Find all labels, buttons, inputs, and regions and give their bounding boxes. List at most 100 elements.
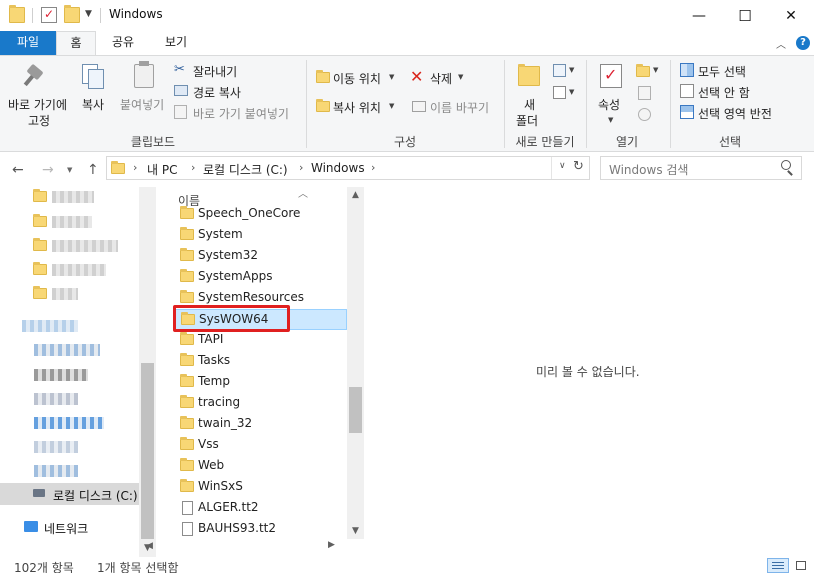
rename-button[interactable]: 이름 바꾸기 (410, 98, 500, 116)
status-bar: 102개 항목 1개 항목 선택함 (0, 557, 814, 573)
history-icon[interactable] (638, 108, 651, 121)
file-row[interactable]: BAUHS93.tt2 (174, 519, 347, 540)
delete-button[interactable]: ✕ 삭제 ▼ (410, 68, 470, 87)
close-button[interactable]: ✕ (768, 0, 814, 31)
new-folder-quick-icon[interactable] (64, 5, 80, 23)
address-bar[interactable]: › 내 PC › 로컬 디스크 (C:) › Windows › ∨ ↻ (106, 156, 590, 180)
scrollbar-thumb[interactable] (349, 387, 362, 433)
tab-share[interactable]: 공유 (100, 31, 146, 55)
up-arrow-icon[interactable]: ↑ (87, 162, 99, 178)
new-folder-button[interactable]: 새 폴더 (510, 56, 548, 130)
selected-count: 1개 항목 선택함 (97, 561, 179, 573)
move-to-button[interactable]: 이동 위치 ▼ (314, 69, 398, 87)
file-row[interactable]: SystemResources (174, 288, 347, 309)
easy-access-button[interactable]: ▼ (553, 86, 575, 100)
tab-view[interactable]: 보기 (150, 31, 202, 55)
folder-icon (180, 416, 194, 429)
back-arrow-icon[interactable]: ← (12, 162, 24, 178)
blurred-item (34, 344, 100, 356)
breadcrumb-this-pc[interactable]: 내 PC (147, 161, 177, 178)
breadcrumb-separator-icon[interactable]: › (299, 161, 303, 174)
ribbon: 바로 가기에 고정 복사 붙여넣기 ✂ 잘라내기 경로 복사 바로 가기 붙여넣… (0, 55, 814, 152)
scroll-down-arrow-icon[interactable]: ▼ (347, 523, 364, 540)
address-dropdown-icon[interactable]: ∨ (559, 161, 566, 171)
file-row[interactable]: Speech_OneCore (174, 204, 347, 225)
file-row[interactable]: tracing (174, 393, 347, 414)
copy-to-button[interactable]: 복사 위치 ▼ (314, 98, 398, 116)
breadcrumb-separator-icon[interactable]: › (371, 161, 375, 174)
file-name: WinSxS (198, 479, 243, 493)
blurred-item (52, 288, 78, 300)
file-row[interactable]: Vss (174, 435, 347, 456)
ribbon-collapse-icon[interactable]: ︿ (776, 36, 786, 51)
folder-icon (9, 5, 25, 23)
scroll-up-arrow-icon[interactable]: ▲ (347, 187, 364, 204)
properties-quick-icon[interactable]: ✓ (41, 7, 57, 23)
tab-file[interactable]: 파일 (0, 31, 56, 55)
file-row-selected[interactable]: SysWOW64 (174, 309, 347, 330)
file-row[interactable]: TAPI (174, 330, 347, 351)
file-row[interactable]: WinSxS (174, 477, 347, 498)
breadcrumb-local-disk[interactable]: 로컬 디스크 (C:) (203, 161, 288, 178)
file-name: Vss (198, 437, 219, 451)
select-none-button[interactable]: 선택 안 함 (678, 83, 788, 101)
file-row[interactable]: twain_32 (174, 414, 347, 435)
search-icon[interactable] (781, 160, 791, 170)
file-row[interactable]: Web (174, 456, 347, 477)
paste-button[interactable]: 붙여넣기 (118, 56, 168, 116)
scroll-right-arrow-icon[interactable]: ▶ (328, 540, 335, 550)
blurred-item (52, 191, 94, 203)
file-name: ALGER.tt2 (198, 500, 259, 514)
tab-home[interactable]: 홈 (56, 31, 96, 56)
folder-icon (180, 290, 194, 303)
large-icons-view-button[interactable] (794, 558, 810, 573)
select-all-label: 모두 선택 (698, 65, 746, 79)
maximize-button[interactable]: ☐ (722, 0, 768, 31)
file-row[interactable]: Temp (174, 372, 347, 393)
sort-ascending-icon[interactable]: ︿ (298, 187, 308, 200)
pin-to-quick-access-button[interactable]: 바로 가기에 고정 (0, 56, 67, 130)
minimize-button[interactable]: — (676, 0, 722, 31)
file-list-scrollbar[interactable]: ▲ ▼ (347, 187, 364, 557)
cut-button[interactable]: ✂ 잘라내기 (174, 62, 294, 80)
breadcrumb-separator-icon[interactable]: › (133, 161, 137, 174)
new-item-button[interactable]: ▼ (553, 64, 575, 78)
nav-item-network[interactable]: 네트워크 (0, 517, 139, 537)
details-view-button[interactable] (767, 558, 789, 573)
invert-selection-button[interactable]: 선택 영역 반전 (678, 104, 808, 122)
scrollbar-thumb[interactable] (141, 363, 154, 539)
file-list[interactable]: ︿ 이름 Speech_OneCore System System32 SystemA… (164, 187, 364, 557)
recent-locations-icon[interactable]: ▼ (67, 166, 72, 174)
scroll-left-arrow-icon[interactable]: ◀ (146, 541, 153, 551)
nav-scrollbar[interactable]: ▼ (139, 187, 156, 557)
organize-group-label: 구성 (393, 135, 417, 149)
breadcrumb-windows[interactable]: Windows (311, 161, 365, 175)
edit-icon[interactable] (638, 86, 651, 100)
select-none-icon (680, 84, 694, 98)
refresh-icon[interactable]: ↻ (573, 159, 584, 174)
file-row[interactable]: System (174, 225, 347, 246)
search-box[interactable]: Windows 검색 (600, 156, 802, 180)
properties-button[interactable]: ✓ 속성 ▼ (592, 56, 630, 130)
navigation-pane[interactable]: 로컬 디스크 (C:) 네트워크 ▼ (0, 187, 156, 557)
copy-button[interactable]: 복사 (76, 56, 116, 116)
file-row[interactable]: ALGER.tt2 (174, 498, 347, 519)
breadcrumb-separator-icon[interactable]: › (191, 161, 195, 174)
copy-path-button[interactable]: 경로 복사 (174, 83, 294, 101)
nav-item-local-disk[interactable]: 로컬 디스크 (C:) (0, 483, 139, 505)
forward-arrow-icon[interactable]: → (42, 162, 54, 178)
customize-quick-access-icon[interactable]: ▼ (85, 9, 92, 19)
search-placeholder[interactable]: Windows 검색 (609, 161, 688, 178)
open-button[interactable]: ▼ (636, 64, 662, 78)
file-row[interactable]: SystemApps (174, 267, 347, 288)
horizontal-scrollbar[interactable]: ◀ ▶ (164, 539, 364, 557)
file-row[interactable]: System32 (174, 246, 347, 267)
folder-icon (33, 238, 47, 251)
help-icon[interactable]: ? (796, 36, 810, 50)
select-all-button[interactable]: 모두 선택 (678, 62, 788, 80)
divider (100, 8, 101, 23)
file-row[interactable]: Tasks (174, 351, 347, 372)
dropdown-arrow-icon: ▼ (653, 66, 659, 74)
file-explorer-window: ✓ ▼ Windows — ☐ ✕ 파일 홈 공유 보기 ︿ ? 바로 가기에 … (0, 0, 814, 573)
paste-shortcut-button[interactable]: 바로 가기 붙여넣기 (174, 104, 304, 122)
